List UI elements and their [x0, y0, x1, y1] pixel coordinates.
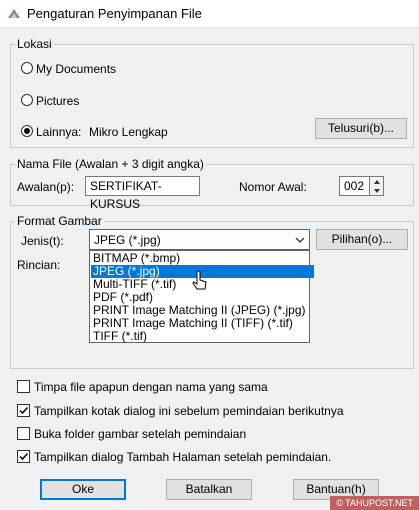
checkbox-open-folder-label[interactable]: Buka folder gambar setelah pemindaian: [34, 427, 246, 441]
ok-button[interactable]: Oke: [40, 479, 126, 500]
radio-other[interactable]: [21, 125, 33, 137]
checkmark-icon: [19, 452, 29, 461]
start-number-label: Nomor Awal:: [239, 180, 307, 194]
prefix-input[interactable]: SERTIFIKAT-KURSUS: [85, 176, 200, 211]
chevron-down-icon[interactable]: [295, 237, 305, 243]
checkbox-show-dialog[interactable]: [17, 404, 30, 417]
radio-pictures[interactable]: [21, 94, 33, 106]
dropdown-option-tiff[interactable]: TIFF (*.tif): [91, 330, 314, 343]
location-legend: Lokasi: [15, 37, 54, 51]
radio-pictures-label[interactable]: Pictures: [36, 94, 79, 108]
cancel-button[interactable]: Batalkan: [166, 479, 252, 500]
spin-down-icon[interactable]: [373, 188, 381, 194]
radio-other-label[interactable]: Lainnya:: [36, 125, 81, 139]
checkbox-overwrite-label[interactable]: Timpa file apapun dengan nama yang sama: [34, 380, 268, 394]
start-number-spinner[interactable]: [369, 176, 384, 196]
radio-my-documents[interactable]: [21, 62, 33, 74]
format-type-select[interactable]: JPEG (*.jpg): [89, 229, 310, 250]
format-legend: Format Gambar: [15, 214, 104, 228]
filename-legend: Nama File (Awalan + 3 digit angka): [15, 157, 206, 171]
checkbox-open-folder[interactable]: [17, 427, 30, 440]
type-label: Jenis(t):: [21, 234, 64, 248]
prefix-label: Awalan(p):: [17, 180, 75, 194]
other-location-value: Mikro Lengkap: [89, 125, 168, 139]
details-label: Rincian:: [17, 258, 61, 272]
scanner-app-icon: [8, 9, 20, 18]
mouse-pointer-icon: [192, 270, 207, 290]
spin-up-icon[interactable]: [373, 179, 381, 185]
title-bar: Pengaturan Penyimpanan File: [0, 0, 419, 28]
checkbox-add-page[interactable]: [17, 450, 30, 463]
format-dropdown-list[interactable]: BITMAP (*.bmp) JPEG (*.jpg) Multi-TIFF (…: [89, 250, 314, 343]
browse-button[interactable]: Telusuri(b)...: [315, 118, 407, 139]
checkbox-add-page-label[interactable]: Tampilkan dialog Tambah Halaman setelah …: [34, 450, 331, 464]
checkbox-overwrite[interactable]: [17, 380, 30, 393]
radio-my-documents-label[interactable]: My Documents: [36, 62, 116, 76]
watermark: © TAHUPOST.NET: [330, 496, 419, 510]
format-type-selected: JPEG (*.jpg): [94, 233, 161, 247]
checkmark-icon: [19, 406, 29, 415]
checkbox-show-dialog-label[interactable]: Tampilkan kotak dialog ini sebelum pemin…: [34, 404, 344, 418]
format-options-button[interactable]: Pilihan(o)...: [316, 229, 408, 250]
start-number-input[interactable]: 002: [339, 176, 370, 196]
window-title: Pengaturan Penyimpanan File: [27, 6, 202, 21]
